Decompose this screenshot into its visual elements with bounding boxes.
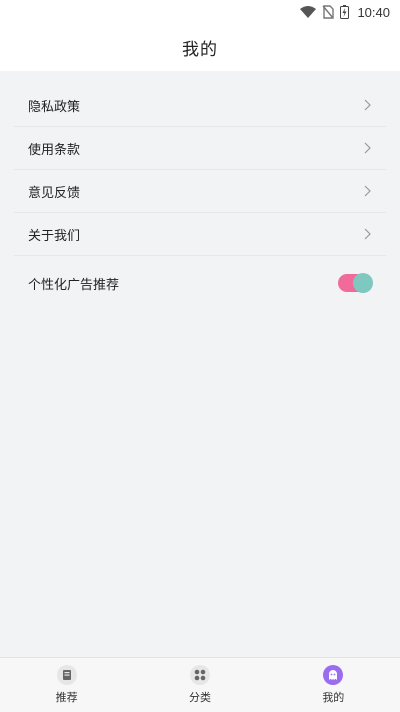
menu-item-label: 关于我们 [28, 228, 81, 244]
tab-label: 我的 [322, 691, 345, 704]
menu-item-personalized-ads: 个性化广告推荐 [14, 256, 386, 310]
grid-icon [189, 665, 210, 685]
menu-item-about-us[interactable]: 关于我们 [14, 213, 386, 256]
bottom-tabbar: 推荐 分类 我的 [0, 657, 400, 712]
settings-menu: 隐私政策 使用条款 意见反馈 关于我们 个性化广告推荐 [14, 84, 386, 310]
chevron-right-icon [364, 142, 371, 154]
chevron-right-icon [364, 185, 371, 197]
battery-icon [340, 5, 350, 19]
toggle-knob [353, 273, 373, 293]
tab-label: 分类 [188, 691, 211, 704]
menu-item-label: 个性化广告推荐 [28, 277, 120, 293]
menu-item-feedback[interactable]: 意见反馈 [14, 170, 386, 213]
personalized-ads-toggle[interactable] [338, 273, 373, 293]
no-sim-icon [322, 5, 335, 19]
page-title: 我的 [182, 40, 218, 60]
ghost-icon [323, 665, 344, 685]
menu-item-terms[interactable]: 使用条款 [14, 127, 386, 170]
menu-item-label: 隐私政策 [28, 99, 81, 115]
tab-recommend[interactable]: 推荐 [27, 665, 107, 705]
menu-item-label: 意见反馈 [28, 185, 81, 201]
menu-item-privacy-policy[interactable]: 隐私政策 [14, 84, 386, 127]
tab-label: 推荐 [55, 691, 78, 704]
tab-category[interactable]: 分类 [160, 665, 240, 705]
book-icon [56, 665, 77, 685]
status-bar: 10:40 [0, 0, 400, 24]
status-time: 10:40 [357, 4, 390, 20]
chevron-right-icon [364, 99, 371, 111]
chevron-right-icon [364, 228, 371, 240]
wifi-icon [300, 6, 317, 18]
menu-item-label: 使用条款 [28, 142, 81, 158]
header: 我的 [0, 24, 400, 71]
tab-mine[interactable]: 我的 [293, 665, 373, 705]
